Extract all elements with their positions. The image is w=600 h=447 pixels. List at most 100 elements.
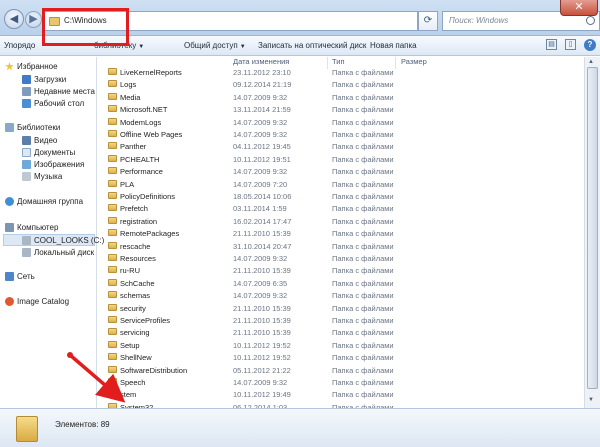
nav-images[interactable]: Изображения [0,159,96,171]
file-name: RemotePackages [120,229,180,239]
scroll-down-icon[interactable]: ▼ [588,397,594,403]
file-row[interactable]: Speech 14.07.2009 9:32 Папка с файлами [100,376,400,388]
nav-music[interactable]: Музыка [0,171,96,183]
nav-drive-c[interactable]: COOL_LOOKS (C:) [3,234,104,246]
view-options-icon[interactable]: ▤ [546,39,557,50]
file-type: Папка с файлами [332,254,394,263]
file-type: Папка с файлами [332,328,394,338]
file-type: Папка с файлами [332,142,394,152]
file-date: 16.02.2014 17:47 [233,216,292,226]
share-button[interactable]: Общий доступ ▼ [184,41,246,50]
file-date: 14.07.2009 9:32 [233,167,288,177]
file-name: Panther [120,142,147,152]
file-row[interactable]: security 21.11.2010 15:39 Папка с файлами [100,302,400,314]
folder-icon [108,105,117,113]
file-row[interactable]: Logs 09.12.2014 21:19 Папка с файлами [100,78,400,90]
new-folder-button[interactable]: Новая папка [370,41,417,50]
file-row[interactable]: PLA 14.07.2009 7:20 Папка с файлами [100,178,400,190]
refresh-button[interactable]: ⟳ [418,11,438,31]
file-name: registration [120,216,158,226]
file-row[interactable]: ServiceProfiles 21.11.2010 15:39 Папка с ф… [100,314,400,326]
music-icon [22,172,31,181]
file-row[interactable]: Prefetch 03.11.2014 1:59 Папка с файлами [100,202,400,214]
preview-pane-icon[interactable]: ▯ [565,39,576,50]
nav-computer[interactable]: Компьютер [0,222,96,234]
file-row[interactable]: stem 10.11.2012 19:49 Папка с файлами [100,388,400,400]
file-row[interactable]: registration 16.02.2014 17:47 Папка с файл… [100,215,400,227]
file-row[interactable]: Resources 14.07.2009 9:32 Папка с файлами [100,252,400,264]
file-type: Папка с файлами [332,266,394,276]
folder-icon [108,266,117,274]
nav-image-catalog[interactable]: Image Catalog [0,296,96,308]
nav-documents[interactable]: Документы [0,147,96,159]
file-row[interactable]: Setup 10.11.2012 19:52 Папка с файлами [100,339,400,351]
nav-downloads[interactable]: Загрузки [0,74,96,86]
nav-homegroup[interactable]: Домашняя группа [0,196,96,208]
file-name: stem [120,390,137,400]
file-name: ShellNew [120,353,152,363]
folder-icon [108,316,117,323]
forward-button[interactable]: ▶ [25,11,42,28]
burn-disc-button[interactable]: Записать на оптический диск [258,41,366,50]
file-name: LiveKernelReports [120,68,182,77]
file-type: Папка с файлами [332,229,394,239]
file-name: ServiceProfiles [120,316,171,325]
close-window-button[interactable]: ✕ [560,0,598,16]
file-row[interactable]: ModemLogs 14.07.2009 9:32 Папка с файлами [100,116,400,128]
folder-icon [108,192,117,199]
navigation-pane: Избранное Загрузки Недавние места Рабочи… [0,57,104,408]
nav-desktop[interactable]: Рабочий стол [0,98,96,110]
nav-drive-d[interactable]: Локальный диск (D [0,247,96,259]
file-date: 31.10.2014 20:47 [233,241,292,251]
file-name: PolicyDefinitions [120,192,176,201]
file-row[interactable]: Performance 14.07.2009 9:32 Папка с файлам… [100,165,400,177]
file-row[interactable]: RemotePackages 21.11.2010 15:39 Папка с фа… [100,227,400,239]
file-row[interactable]: servicing 21.11.2010 15:39 Папка с файлами [100,326,400,338]
scroll-thumb[interactable] [587,67,598,389]
folder-icon [108,142,117,150]
file-row[interactable]: PCHEALTH 10.11.2012 19:51 Папка с файлами [100,153,400,165]
file-type: Папка с файлами [332,291,394,301]
vertical-scrollbar[interactable]: ▲ ▼ [584,57,600,408]
help-icon[interactable]: ? [584,39,596,51]
nav-favorites[interactable]: Избранное [0,61,96,73]
folder-icon [108,80,117,88]
file-date: 03.11.2014 1:59 [233,204,287,214]
folder-icon [108,130,117,137]
file-type: Папка с файлами [332,365,394,375]
nav-video[interactable]: Видео [0,135,96,147]
file-name: SchCache [120,278,155,288]
organize-button[interactable]: Упорядо [4,41,35,50]
file-row[interactable]: Microsoft.NET 13.11.2014 21:59 Папка с фай… [100,103,400,115]
file-row[interactable]: Offline Web Pages 14.07.2009 9:32 Папка с … [100,128,400,140]
column-header-size[interactable]: Размер [401,57,427,69]
file-row[interactable]: LiveKernelReports 23.11.2012 23:10 Папка с… [100,66,400,78]
file-row[interactable]: Panther 04.11.2012 19:45 Папка с файлами [100,140,400,152]
scroll-up-icon[interactable]: ▲ [588,59,594,65]
folder-icon [108,179,117,187]
file-row[interactable]: SchCache 14.07.2009 6:35 Папка с файлами [100,277,400,289]
file-row[interactable]: ru-RU 21.11.2010 15:39 Папка с файлами [100,264,400,276]
file-date: 14.07.2009 9:32 [233,117,288,127]
file-name: SoftwareDistribution [120,365,188,375]
file-date: 10.11.2012 19:52 [233,340,291,350]
file-name: security [120,303,146,313]
file-type: Папка с файлами [332,353,394,363]
file-row[interactable]: Media 14.07.2009 9:32 Папка с файлами [100,91,400,103]
nav-network[interactable]: Сеть [0,271,96,283]
file-type: Папка с файлами [332,179,394,189]
file-row[interactable]: schemas 14.07.2009 9:32 Папка с файлами [100,289,400,301]
nav-recent[interactable]: Недавние места [0,86,96,98]
file-name: ModemLogs [120,117,162,127]
back-button[interactable]: ◀ [4,9,24,29]
file-row[interactable]: PolicyDefinitions 18.05.2014 10:06 Папка с… [100,190,400,202]
file-row[interactable]: SoftwareDistribution 05.11.2012 21:22 Папк… [100,364,400,376]
image-catalog-icon [5,297,14,306]
file-type: Папка с файлами [332,216,394,226]
nav-libraries[interactable]: Библиотеки [0,122,96,134]
video-icon [22,136,31,145]
file-row[interactable]: ShellNew 10.11.2012 19:52 Папка с файлами [100,351,400,363]
file-date: 14.07.2009 9:32 [233,92,288,102]
file-row[interactable]: rescache 31.10.2014 20:47 Папка с файлами [100,240,400,252]
file-date: 14.07.2009 9:32 [233,130,288,139]
